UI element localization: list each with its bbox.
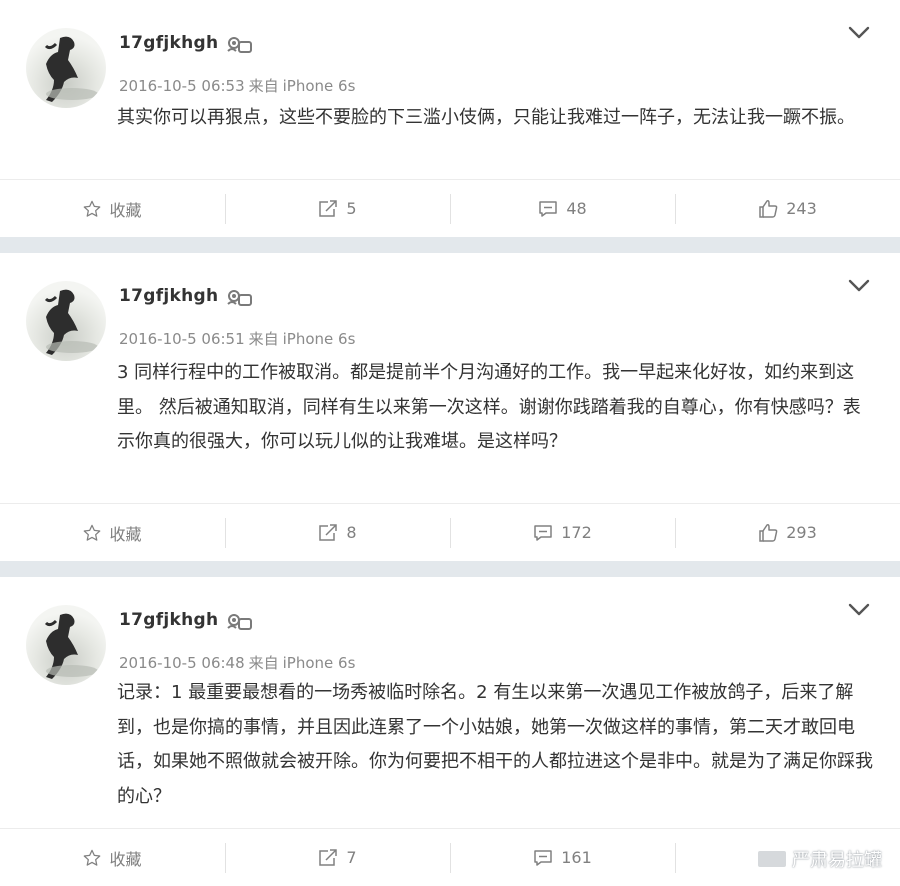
comment-icon — [534, 849, 552, 866]
avatar[interactable] — [26, 28, 106, 108]
chevron-down-icon[interactable] — [848, 26, 870, 40]
post-timestamp[interactable]: 2016-10-5 06:51 — [119, 330, 245, 348]
repost-count: 5 — [346, 199, 357, 218]
vip-badge-icon[interactable] — [226, 612, 254, 632]
vip-badge-icon[interactable] — [226, 35, 254, 55]
repost-count: 8 — [346, 523, 357, 542]
post-timestamp[interactable]: 2016-10-5 06:53 — [119, 77, 245, 95]
username[interactable]: 17gfjkhgh — [119, 610, 218, 630]
favorite-button[interactable]: 收藏 — [0, 180, 225, 237]
post-text: 3 同样行程中的工作被取消。都是提前半个月沟通好的工作。我一早起来化好妆，如约来… — [117, 362, 861, 452]
comment-count: 161 — [561, 848, 592, 867]
favorite-button[interactable]: 收藏 — [0, 829, 225, 886]
source-device[interactable]: iPhone 6s — [283, 330, 356, 348]
star-icon — [84, 849, 101, 866]
action-bar: 收藏 5 48 243 — [0, 179, 900, 237]
username[interactable]: 17gfjkhgh — [119, 33, 218, 53]
source-prefix: 来自 — [248, 77, 279, 95]
repost-count: 7 — [346, 848, 357, 867]
comment-icon — [539, 200, 558, 217]
repost-button[interactable]: 5 — [225, 180, 450, 237]
like-button[interactable]: 243 — [675, 180, 900, 237]
action-bar: 收藏 8 172 293 — [0, 503, 900, 561]
comment-button[interactable]: 172 — [450, 504, 675, 561]
comment-button[interactable]: 161 — [450, 829, 675, 886]
comment-count: 172 — [561, 523, 592, 542]
source-prefix: 来自 — [248, 654, 279, 672]
comment-icon — [534, 524, 552, 541]
post-meta: 2016-10-5 06:51 来自 iPhone 6s — [119, 328, 359, 349]
username[interactable]: 17gfjkhgh — [119, 286, 218, 306]
repost-icon — [319, 848, 338, 866]
avatar[interactable] — [26, 605, 106, 685]
star-icon — [84, 200, 101, 217]
post-meta: 2016-10-5 06:48 来自 iPhone 6s — [119, 652, 359, 673]
source-prefix: 来自 — [248, 330, 279, 348]
post-timestamp[interactable]: 2016-10-5 06:48 — [119, 654, 245, 672]
source-device[interactable]: iPhone 6s — [283, 77, 356, 95]
repost-icon — [319, 523, 338, 541]
post-text: 其实你可以再狠点，这些不要脸的下三滥小伎俩，只能让我难过一阵子，无法让我一蹶不振… — [117, 107, 855, 128]
weibo-post-card: 17gfjkhgh 2016-10-5 06:53 来自 iPhone 6s 其实你… — [0, 0, 900, 237]
repost-button[interactable]: 8 — [225, 504, 450, 561]
post-text: 记录：1 最重要最想看的一场秀被临时除名。2 有生以来第一次遇见工作被放鸽子，后… — [117, 682, 873, 807]
weibo-post-card: 17gfjkhgh 2016-10-5 06:51 来自 iPhone 6s 3 同… — [0, 253, 900, 561]
chevron-down-icon[interactable] — [848, 279, 870, 293]
comment-count: 48 — [566, 199, 587, 218]
thumbs-up-icon — [759, 199, 778, 218]
watermark: 严肃易拉罐 — [758, 846, 882, 872]
post-meta: 2016-10-5 06:53 来自 iPhone 6s — [119, 75, 359, 96]
source-device[interactable]: iPhone 6s — [283, 654, 356, 672]
favorite-button[interactable]: 收藏 — [0, 504, 225, 561]
avatar-figure-icon — [44, 289, 98, 355]
star-icon — [84, 524, 101, 541]
avatar[interactable] — [26, 281, 106, 361]
repost-button[interactable]: 7 — [225, 829, 450, 886]
avatar-figure-icon — [44, 36, 98, 102]
favorite-label: 收藏 — [109, 200, 142, 220]
like-count: 293 — [786, 523, 817, 542]
watermark-text: 严肃易拉罐 — [792, 850, 882, 871]
favorite-label: 收藏 — [109, 524, 142, 544]
favorite-label: 收藏 — [109, 849, 142, 869]
avatar-figure-icon — [44, 613, 98, 679]
watermark-logo-icon — [758, 851, 786, 867]
like-count: 243 — [786, 199, 817, 218]
chevron-down-icon[interactable] — [848, 603, 870, 617]
repost-icon — [319, 199, 338, 217]
comment-button[interactable]: 48 — [450, 180, 675, 237]
weibo-post-card: 17gfjkhgh 2016-10-5 06:48 来自 iPhone 6s 记录：… — [0, 577, 900, 886]
like-button[interactable]: 293 — [675, 504, 900, 561]
vip-badge-icon[interactable] — [226, 288, 254, 308]
thumbs-up-icon — [759, 523, 778, 542]
